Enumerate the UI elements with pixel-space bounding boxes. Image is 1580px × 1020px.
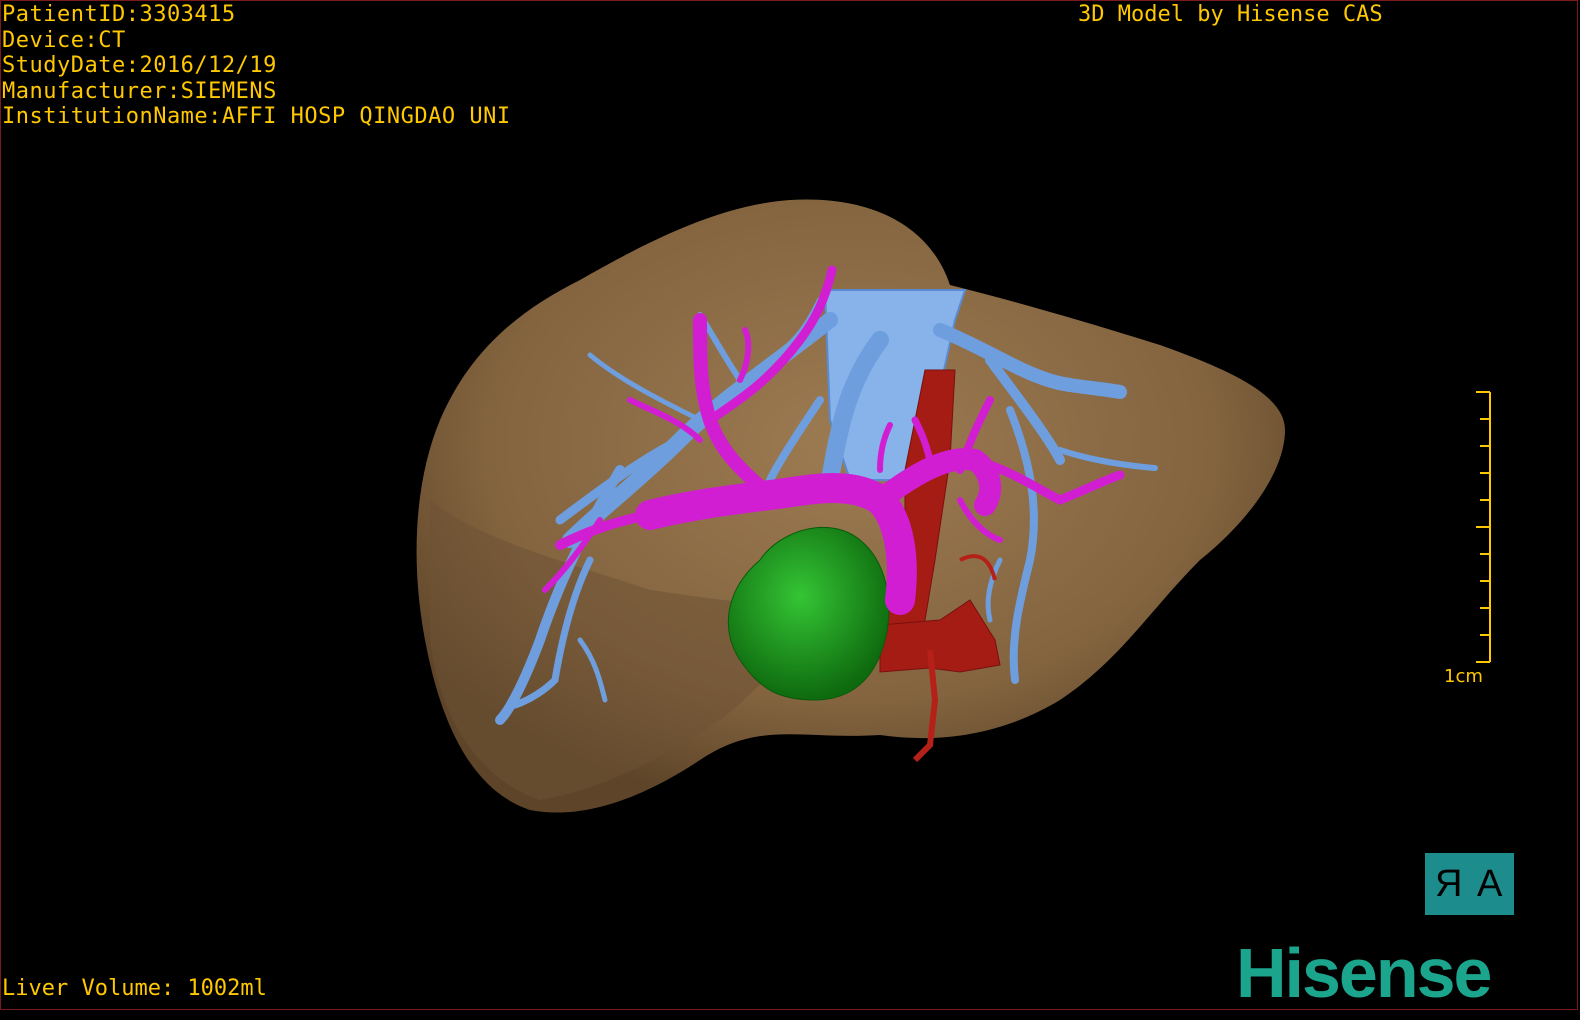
institution-name: InstitutionName:AFFI HOSP QINGDAO UNI bbox=[2, 104, 511, 129]
liver-volume: Liver Volume: 1002ml bbox=[2, 976, 267, 1001]
scale-bar-icon bbox=[1476, 391, 1491, 663]
dicom-info-overlay: PatientID:3303415 Device:CT StudyDate:20… bbox=[2, 2, 511, 130]
3d-liver-model-viewport[interactable] bbox=[0, 0, 1580, 1020]
model-credit: 3D Model by Hisense CAS bbox=[1078, 2, 1383, 27]
patient-id: PatientID:3303415 bbox=[2, 2, 236, 27]
device: Device:CT bbox=[2, 27, 126, 53]
scale-label: 1cm bbox=[1444, 666, 1483, 687]
brand-logo: Hisense bbox=[1236, 934, 1492, 1012]
orientation-right-glyph: A bbox=[1477, 863, 1503, 905]
manufacturer: Manufacturer:SIEMENS bbox=[2, 78, 277, 104]
orientation-cube-icon[interactable]: R A bbox=[1425, 853, 1514, 915]
orientation-left-glyph: R bbox=[1435, 863, 1463, 905]
study-date: StudyDate:2016/12/19 bbox=[2, 53, 277, 78]
